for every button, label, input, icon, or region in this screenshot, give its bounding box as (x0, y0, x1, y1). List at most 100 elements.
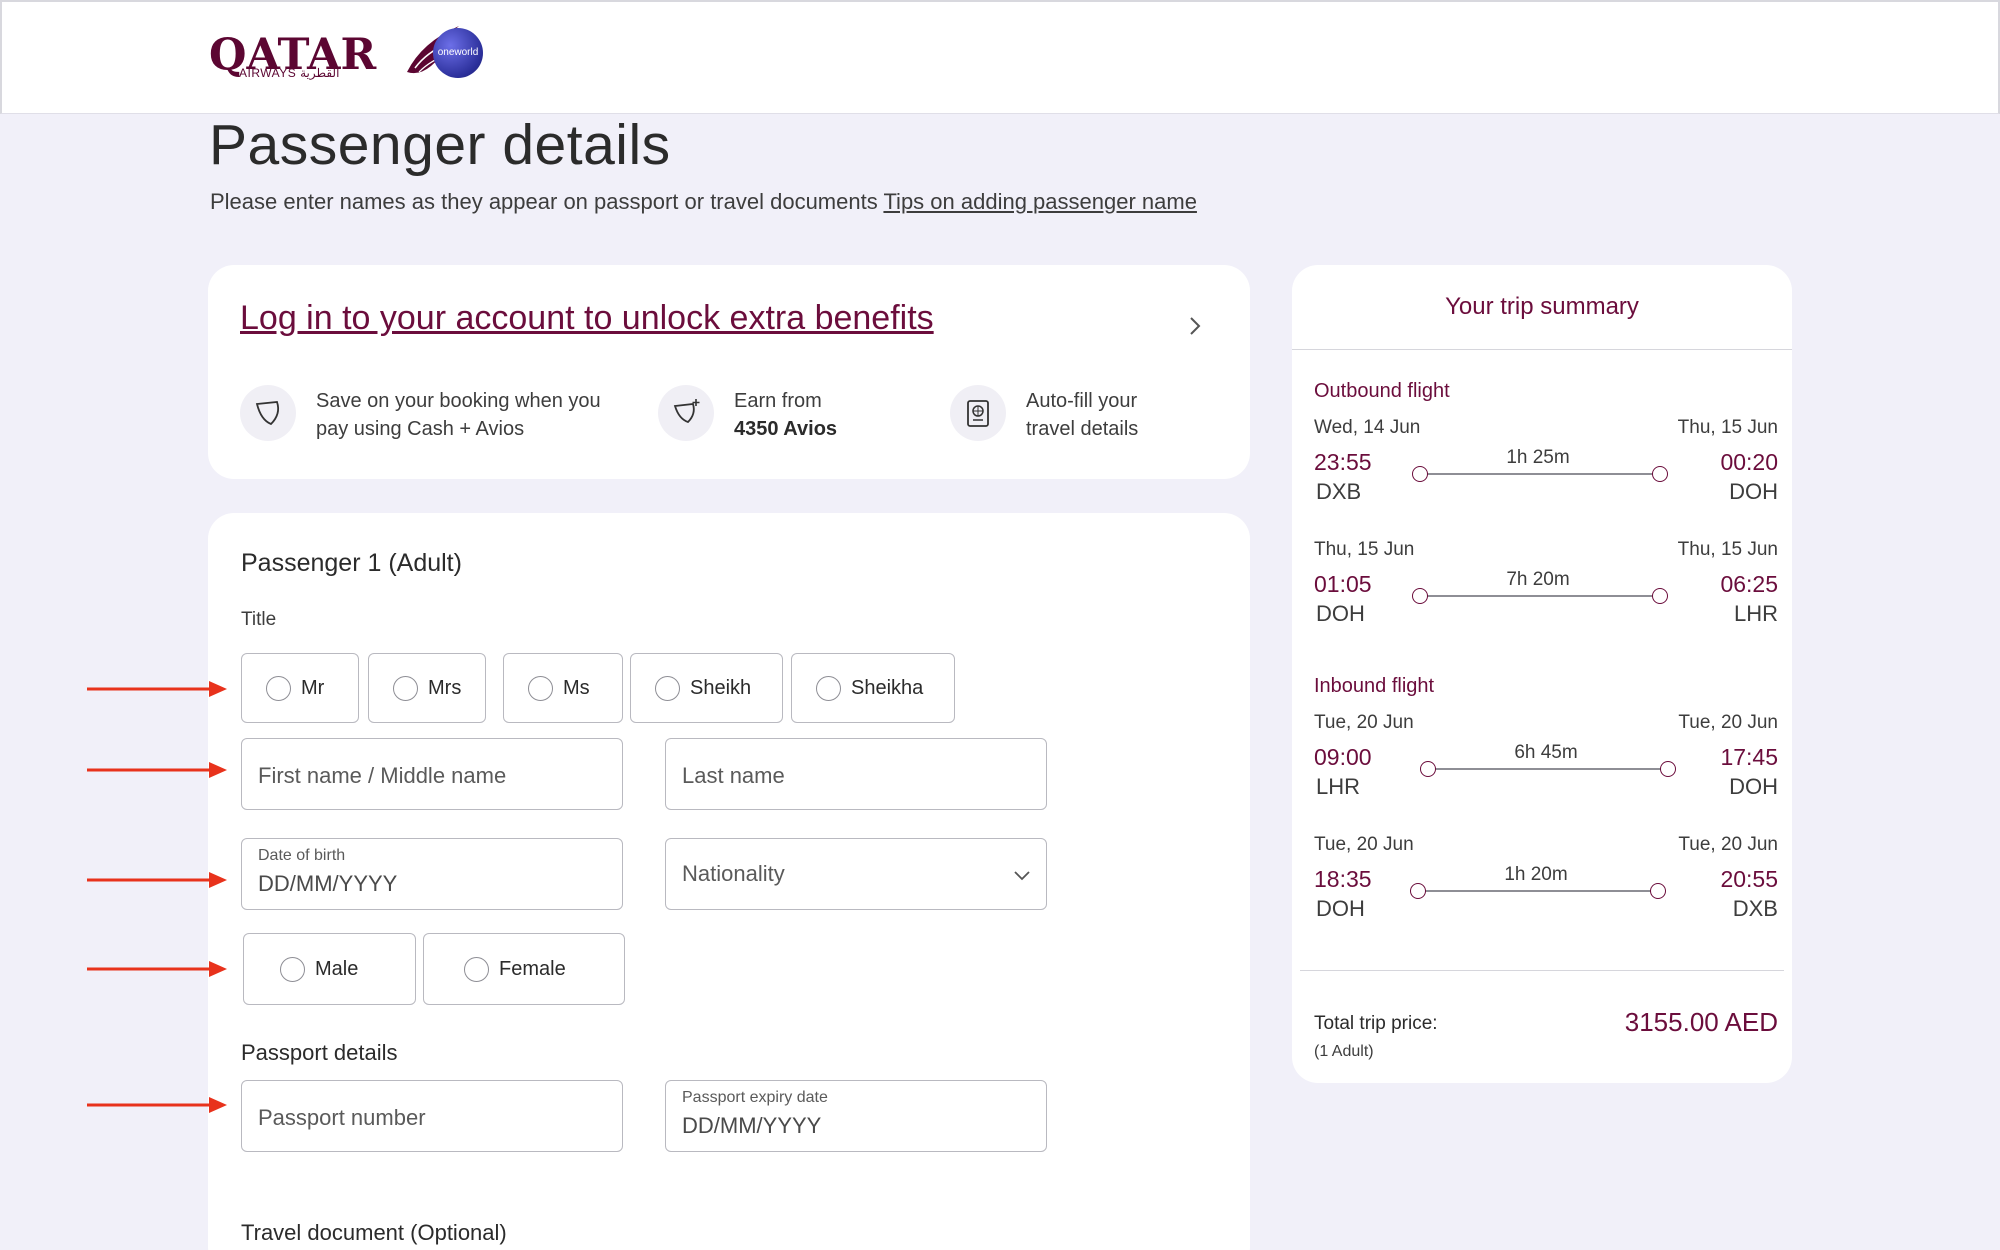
page-subtitle: Please enter names as they appear on pas… (210, 189, 1197, 215)
benefit-cash-avios: Save on your booking when you pay using … (240, 385, 616, 443)
inbound-flight-label: Inbound flight (1314, 675, 1435, 697)
first-name-field[interactable]: First name / Middle name (241, 738, 623, 810)
title-option-sheikha[interactable]: Sheikha (791, 653, 955, 723)
arrival-airport: LHR (1733, 601, 1778, 626)
page-title: Passenger details (209, 113, 671, 177)
departure-date: Thu, 15 Jun (1314, 539, 1415, 560)
passport-number-field[interactable]: Passport number (241, 1080, 623, 1152)
benefit-2-avios: 4350 Avios (734, 418, 838, 440)
departure-airport: DOH (1316, 601, 1365, 626)
annotation-arrow-icon (87, 961, 227, 977)
travel-document-heading: Travel document (Optional) (241, 1220, 507, 1245)
date-of-birth-field[interactable]: Date of birth DD/MM/YYYY (241, 838, 623, 910)
tips-link[interactable]: Tips on adding passenger name (883, 189, 1197, 214)
arrival-airport: DOH (1729, 479, 1778, 504)
annotation-arrow-icon (87, 681, 227, 697)
departure-time: 23:55 (1314, 449, 1372, 475)
flight-duration: 7h 20m (1506, 569, 1570, 590)
last-name-placeholder: Last name (682, 763, 785, 788)
chevron-right-icon[interactable] (1188, 315, 1202, 337)
oneworld-logo: oneworld (433, 28, 483, 78)
arrival-date: Tue, 20 Jun (1678, 712, 1778, 733)
last-name-field[interactable]: Last name (665, 738, 1047, 810)
benefit-2-line1: Earn from (734, 390, 822, 412)
arrival-airport: DXB (1732, 896, 1778, 921)
passport-expiry-label: Passport expiry date (682, 1089, 828, 1106)
subtitle-text: Please enter names as they appear on pas… (210, 189, 878, 214)
annotation-arrow-icon (87, 872, 227, 888)
title-option-ms[interactable]: Ms (503, 653, 623, 723)
annotation-arrow-icon (87, 1097, 227, 1113)
gender-option-male[interactable]: Male (243, 933, 416, 1005)
destination-dot-icon (1652, 466, 1668, 482)
divider (1300, 970, 1784, 971)
title-ms-label: Ms (563, 676, 590, 699)
arrival-time: 17:45 (1720, 744, 1778, 770)
login-benefits-card: Log in to your account to unlock extra b… (208, 265, 1250, 479)
title-sheikha-label: Sheikha (851, 676, 924, 699)
title-label: Title (241, 609, 277, 630)
gender-option-female[interactable]: Female (423, 933, 625, 1005)
arrival-time: 06:25 (1720, 571, 1778, 597)
passenger-form-card: Passenger 1 (Adult) Title Mr Mrs Ms Shei… (208, 513, 1250, 1250)
departure-airport: DOH (1316, 896, 1365, 921)
arrival-time: 00:20 (1720, 449, 1778, 475)
total-passengers: (1 Adult) (1314, 1043, 1374, 1060)
destination-dot-icon (1660, 761, 1676, 777)
title-option-mrs[interactable]: Mrs (368, 653, 486, 723)
radio-icon[interactable] (266, 675, 291, 701)
dob-placeholder: DD/MM/YYYY (258, 871, 398, 896)
arrival-date: Thu, 15 Jun (1677, 417, 1778, 438)
nationality-placeholder: Nationality (682, 861, 785, 886)
departure-time: 09:00 (1314, 744, 1372, 770)
origin-dot-icon (1420, 761, 1436, 777)
gender-male-label: Male (315, 957, 359, 980)
passport-expiry-field[interactable]: Passport expiry date DD/MM/YYYY (665, 1080, 1047, 1152)
title-mrs-label: Mrs (428, 676, 462, 699)
title-sheikh-label: Sheikh (690, 676, 752, 699)
passport-heading: Passport details (241, 1040, 398, 1065)
login-link[interactable]: Log in to your account to unlock extra b… (240, 299, 934, 338)
total-price-value: 3155.00 AED (1624, 1007, 1778, 1037)
title-option-mr[interactable]: Mr (241, 653, 359, 723)
title-mr-label: Mr (301, 676, 325, 699)
benefit-1-line2: pay using Cash + Avios (316, 418, 525, 440)
destination-dot-icon (1652, 588, 1668, 604)
radio-icon[interactable] (393, 675, 418, 701)
avios-tag-icon (240, 385, 296, 441)
departure-time: 01:05 (1314, 571, 1372, 597)
route-line (1418, 890, 1652, 892)
radio-icon[interactable] (280, 956, 305, 982)
radio-icon[interactable] (655, 675, 680, 701)
flight-duration: 6h 45m (1514, 742, 1578, 763)
passport-icon (950, 385, 1006, 441)
arrival-airport: DOH (1729, 774, 1778, 799)
chevron-down-icon (1014, 871, 1030, 881)
annotation-arrow-icon (87, 762, 227, 778)
trip-summary-card: Your trip summary Outbound flight Wed, 1… (1292, 265, 1792, 1083)
flight-segment: Tue, 20 Jun Tue, 20 Jun 18:35 20:55 DOH … (1314, 834, 1778, 944)
outbound-flight-label: Outbound flight (1314, 380, 1450, 402)
destination-dot-icon (1650, 883, 1666, 899)
dob-label: Date of birth (258, 847, 346, 864)
departure-date: Tue, 20 Jun (1314, 834, 1414, 855)
route-line (1420, 595, 1654, 597)
benefit-autofill: Auto-fill your travel details (950, 385, 1138, 443)
radio-icon[interactable] (816, 675, 841, 701)
total-price-label: Total trip price: (1314, 1013, 1438, 1034)
radio-icon[interactable] (464, 956, 489, 982)
flight-segment: Wed, 14 Jun Thu, 15 Jun 23:55 00:20 DXB … (1314, 417, 1778, 527)
radio-icon[interactable] (528, 675, 553, 701)
title-option-sheikh[interactable]: Sheikh (630, 653, 783, 723)
passport-expiry-placeholder: DD/MM/YYYY (682, 1113, 822, 1138)
benefit-earn-avios: Earn from 4350 Avios (658, 385, 837, 443)
arrival-date: Tue, 20 Jun (1678, 834, 1778, 855)
departure-airport: DXB (1316, 479, 1362, 504)
route-line (1420, 473, 1654, 475)
first-name-placeholder: First name / Middle name (258, 763, 507, 788)
logo-subtext: AIRWAYS القطرية (239, 66, 340, 80)
benefit-1-line1: Save on your booking when you (316, 390, 601, 412)
nationality-select[interactable]: Nationality (665, 838, 1047, 910)
trip-summary-title: Your trip summary (1445, 293, 1639, 320)
benefit-3-line2: travel details (1026, 418, 1139, 440)
